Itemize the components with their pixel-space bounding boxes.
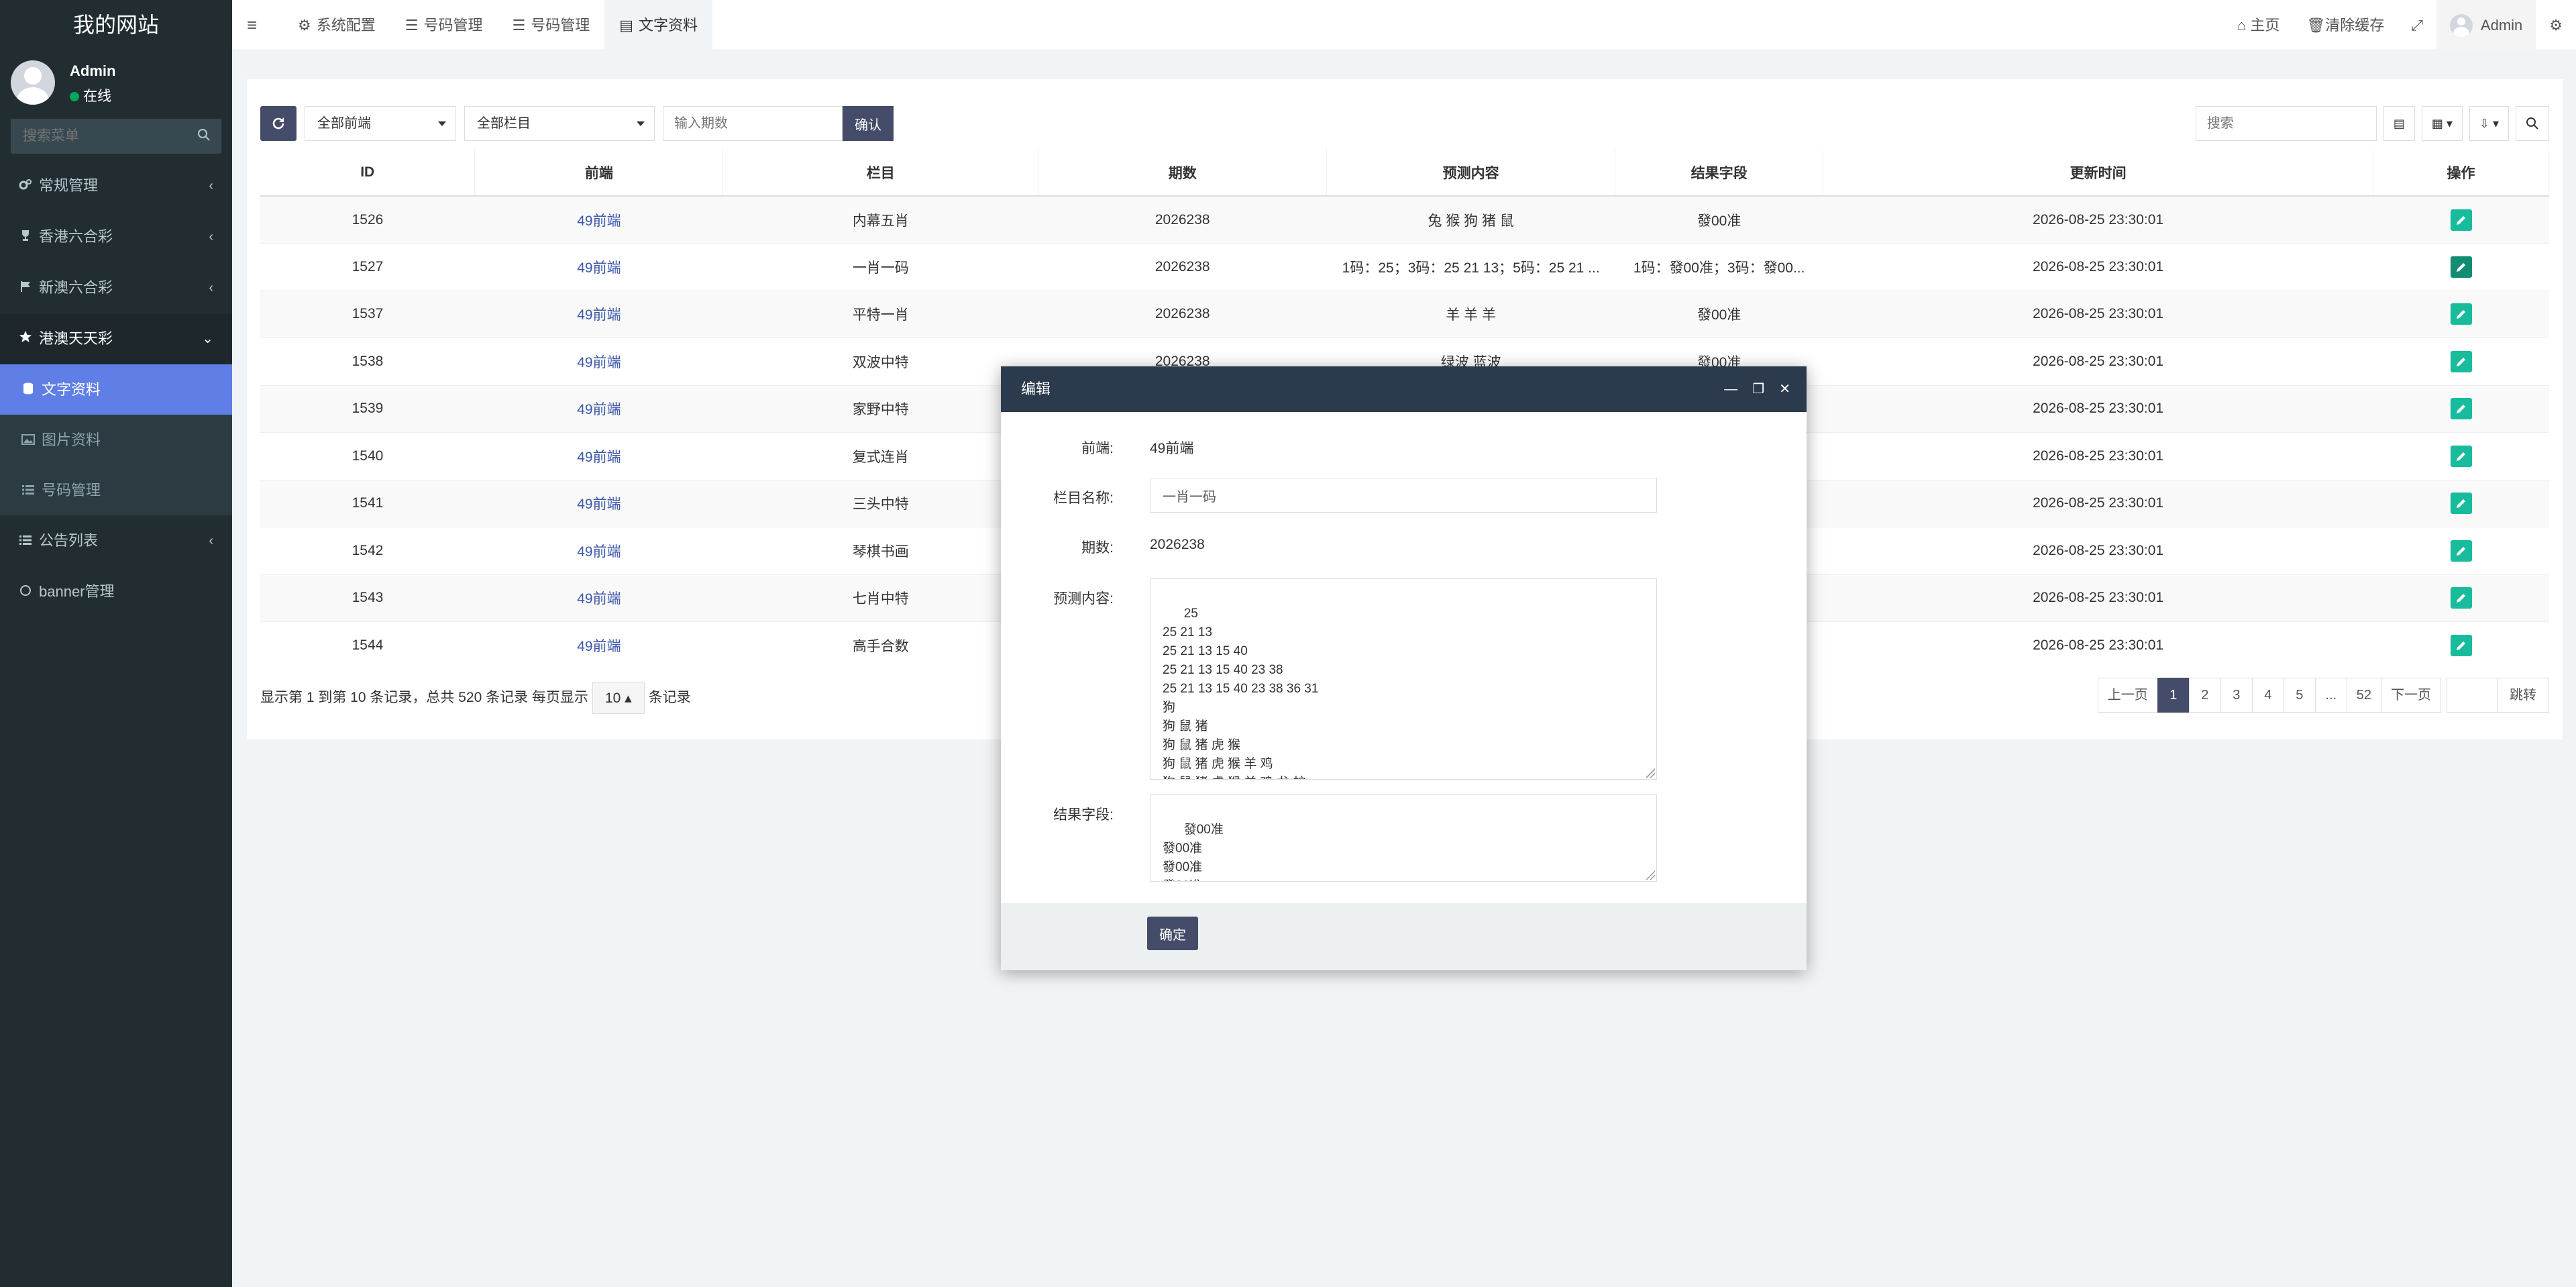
prediction-label: 预测内容: xyxy=(1053,591,1114,607)
modal-header[interactable]: 编辑 — ❐ ✕ xyxy=(1001,366,1807,412)
modal-body: 前端: 49前端 栏目名称: 期数: 2026238 预测内容: 25 25 2… xyxy=(1001,412,1807,903)
result-label: 结果字段: xyxy=(1053,807,1114,823)
edit-modal: 编辑 — ❐ ✕ 前端: 49前端 栏目名称: 期数: 2026238 预测内容… xyxy=(1001,366,1807,970)
column-name-input[interactable] xyxy=(1150,478,1657,513)
prediction-textarea[interactable]: 25 25 21 13 25 21 13 15 40 25 21 13 15 4… xyxy=(1150,578,1657,780)
prediction-text: 25 25 21 13 25 21 13 15 40 25 21 13 15 4… xyxy=(1163,607,1319,779)
ok-button[interactable]: 确定 xyxy=(1147,917,1198,950)
modal-controls: — ❐ ✕ xyxy=(1724,366,1790,412)
result-textarea[interactable]: 發00准 發00准 發00准 發00准 發00准 xyxy=(1150,794,1657,882)
resize-grip-icon[interactable] xyxy=(1646,768,1655,778)
resize-grip-icon[interactable] xyxy=(1646,870,1655,880)
result-text: 發00准 發00准 發00准 發00准 發00准 xyxy=(1163,823,1224,881)
period-value: 2026238 xyxy=(1150,537,1205,552)
modal-title: 编辑 xyxy=(1021,380,1051,397)
column-name-label: 栏目名称: xyxy=(1053,491,1114,506)
period-label: 期数: xyxy=(1081,540,1114,556)
close-icon[interactable]: ✕ xyxy=(1779,366,1790,412)
frontend-value: 49前端 xyxy=(1150,441,1194,456)
modal-footer: 确定 xyxy=(1001,903,1807,970)
minimize-icon[interactable]: — xyxy=(1724,366,1737,412)
frontend-label: 前端: xyxy=(1081,441,1114,456)
maximize-icon[interactable]: ❐ xyxy=(1752,366,1764,412)
